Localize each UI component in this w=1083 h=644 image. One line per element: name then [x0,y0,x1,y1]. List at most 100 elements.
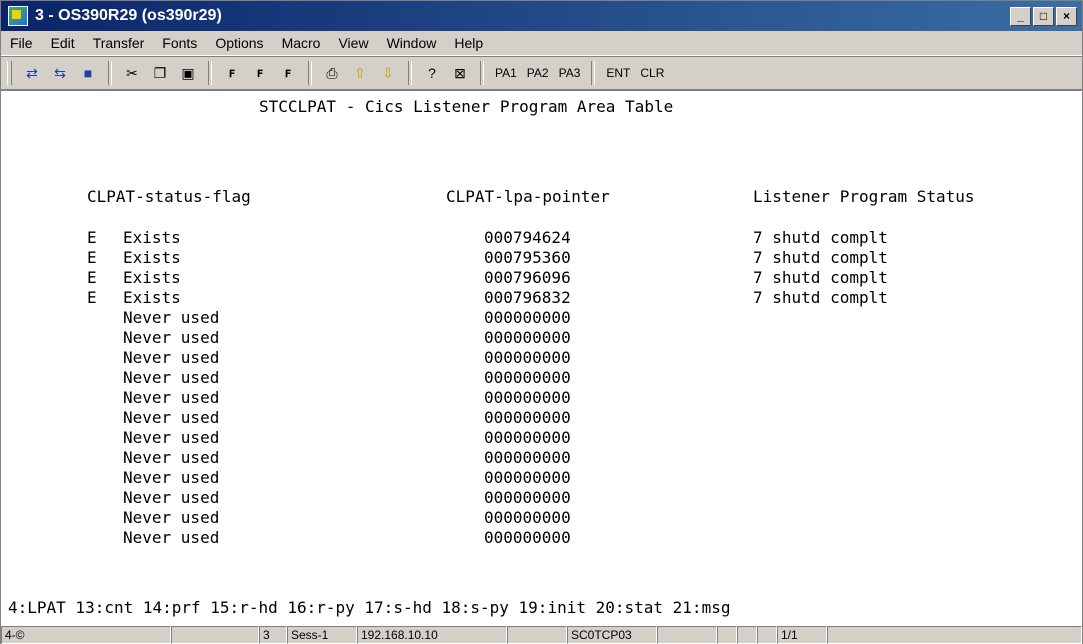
row-listener-status: 7 shutd complt [753,248,888,267]
pa1-button[interactable]: PA1 [490,66,522,80]
row-status: Never used [123,348,220,367]
row-pointer: 000000000 [484,468,571,487]
row-flag: E [87,268,97,287]
status-blank [757,626,777,644]
menu-transfer[interactable]: Transfer [84,35,154,51]
menu-view[interactable]: View [329,35,377,51]
minimize-button[interactable]: _ [1010,6,1031,26]
row-status: Never used [123,388,220,407]
font-fit-icon[interactable]: ꜰ [275,60,301,86]
row-pointer: 000796832 [484,288,571,307]
toolbar-separator [208,61,212,85]
print-icon[interactable]: ⎙ [319,60,345,86]
pa3-button[interactable]: PA3 [554,66,586,80]
toolbar: ⇄ ⇆ ■ ✂ ❐ ▣ ꜰ ꜰ ꜰ ⎙ ⇧ ⇩ ? ⊠ PA1 PA2 PA3 … [1,56,1082,90]
toolbar-separator [591,61,596,85]
disconnect-icon[interactable]: ⇆ [47,60,73,86]
menu-bar: File Edit Transfer Fonts Options Macro V… [1,31,1082,56]
row-flag: E [87,228,97,247]
row-pointer: 000796096 [484,268,571,287]
session-name: Sess-1 [287,626,357,644]
resize-grip[interactable] [827,626,1082,644]
menu-help[interactable]: Help [445,35,492,51]
paste-icon[interactable]: ▣ [175,60,201,86]
cursor-indicator: 4-© [1,626,171,644]
maximize-button[interactable]: □ [1033,6,1054,26]
receive-file-icon[interactable]: ⇩ [375,60,401,86]
row-status: Never used [123,468,220,487]
row-status: Never used [123,408,220,427]
row-pointer: 000000000 [484,488,571,507]
row-flag: E [87,248,97,267]
status-blank [657,626,717,644]
menu-window[interactable]: Window [378,35,446,51]
row-status: Never used [123,488,220,507]
session-number: 3 [259,626,287,644]
title-bar[interactable]: 3 - OS390R29 (os390r29) _ □ × [1,1,1082,31]
menu-fonts[interactable]: Fonts [153,35,206,51]
copy-icon[interactable]: ❐ [147,60,173,86]
row-listener-status: 7 shutd complt [753,288,888,307]
header-listener-status: Listener Program Status [753,187,975,206]
clear-button[interactable]: CLR [635,66,669,80]
close-button[interactable]: × [1056,6,1077,26]
function-key-line: 4:LPAT 13:cnt 14:prf 15:r-hd 16:r-py 17:… [8,598,731,617]
app-icon[interactable] [8,6,28,26]
row-status: Never used [123,328,220,347]
page-indicator: 1/1 [777,626,827,644]
font-larger-icon[interactable]: ꜰ [219,60,245,86]
connect-icon[interactable]: ⇄ [19,60,45,86]
status-blank [717,626,737,644]
lu-name: SC0TCP03 [567,626,657,644]
terminal-screen[interactable]: STCCLPAT - Cics Listener Program Area Ta… [1,90,1082,626]
screen-title: STCCLPAT - Cics Listener Program Area Ta… [259,97,674,116]
row-pointer: 000000000 [484,408,571,427]
row-status: Exists [123,248,181,267]
cut-icon[interactable]: ✂ [119,60,145,86]
row-listener-status: 7 shutd complt [753,268,888,287]
row-pointer: 000000000 [484,428,571,447]
row-pointer: 000000000 [484,528,571,547]
row-status: Never used [123,308,220,327]
row-flag: E [87,288,97,307]
row-pointer: 000794624 [484,228,571,247]
row-pointer: 000000000 [484,328,571,347]
help-pointer-icon[interactable]: ? [419,60,445,86]
menu-macro[interactable]: Macro [273,35,330,51]
row-pointer: 000795360 [484,248,571,267]
row-pointer: 000000000 [484,368,571,387]
toolbar-separator [108,61,112,85]
window-title: 3 - OS390R29 (os390r29) [35,7,222,24]
save-icon[interactable]: ■ [75,60,101,86]
toolbar-separator [408,61,412,85]
row-status: Exists [123,228,181,247]
header-status-flag: CLPAT-status-flag [87,187,251,206]
toolbar-separator [308,61,312,85]
host-address: 192.168.10.10 [357,626,507,644]
row-status: Never used [123,428,220,447]
status-blank [171,626,259,644]
status-bar: 4-© 3 Sess-1 192.168.10.10 SC0TCP03 1/1 [1,626,1082,644]
pa2-button[interactable]: PA2 [522,66,554,80]
row-status: Never used [123,448,220,467]
row-status: Exists [123,288,181,307]
toolbar-grip[interactable] [7,61,12,85]
menu-edit[interactable]: Edit [42,35,84,51]
font-smaller-icon[interactable]: ꜰ [247,60,273,86]
stop-icon[interactable]: ⊠ [447,60,473,86]
row-status: Never used [123,528,220,547]
terminal-window: 3 - OS390R29 (os390r29) _ □ × File Edit … [0,0,1083,644]
menu-options[interactable]: Options [206,35,272,51]
row-pointer: 000000000 [484,308,571,327]
menu-file[interactable]: File [1,35,42,51]
row-pointer: 000000000 [484,388,571,407]
enter-button[interactable]: ENT [601,66,635,80]
row-pointer: 000000000 [484,348,571,367]
row-status: Never used [123,368,220,387]
row-status: Exists [123,268,181,287]
status-blank [507,626,567,644]
send-file-icon[interactable]: ⇧ [347,60,373,86]
toolbar-separator [480,61,484,85]
row-status: Never used [123,508,220,527]
row-listener-status: 7 shutd complt [753,228,888,247]
